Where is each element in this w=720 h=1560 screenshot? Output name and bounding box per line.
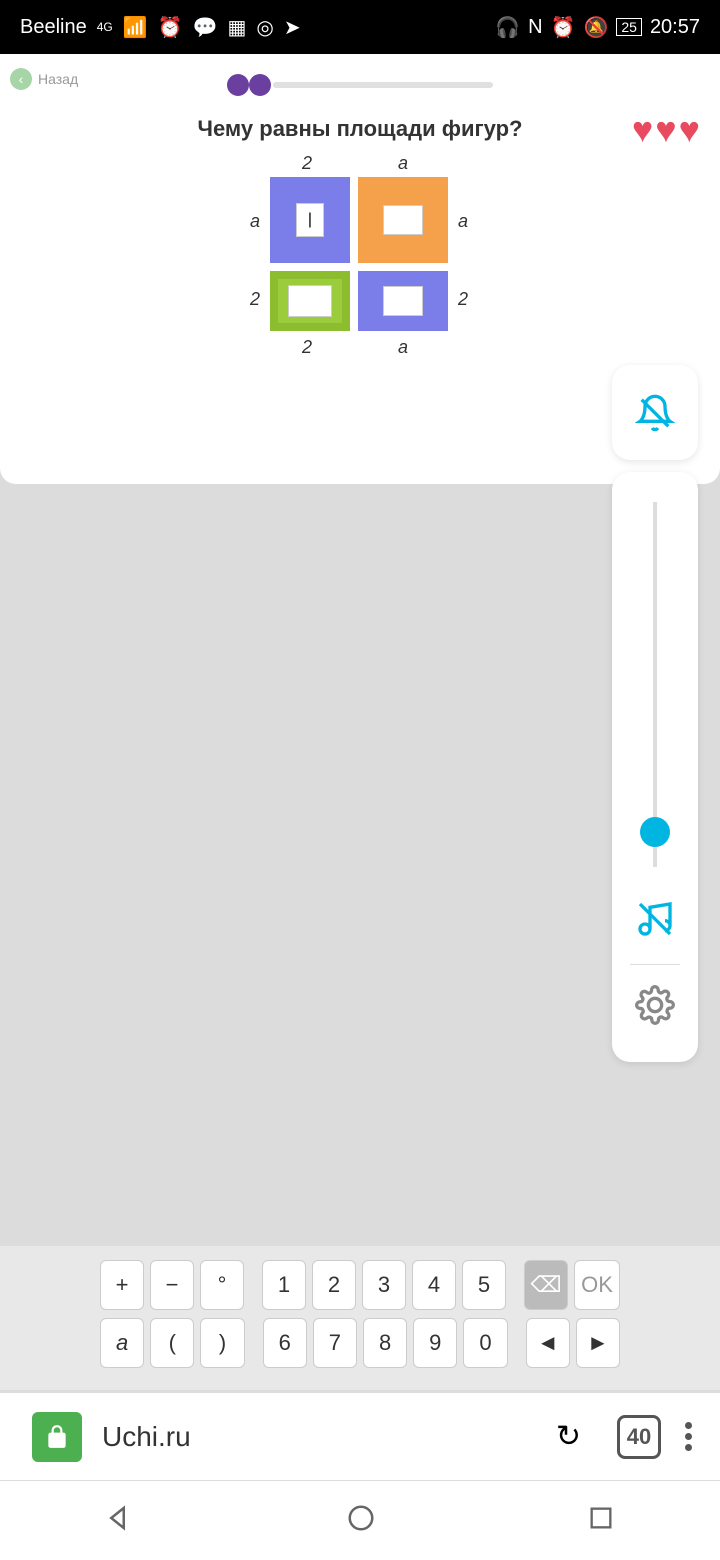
area-input[interactable] [383,286,423,316]
chat-icon: 💬 [193,15,218,40]
key-5[interactable]: 5 [462,1260,506,1310]
alarm-icon: ⏰ [158,15,183,40]
key-plus[interactable]: + [100,1260,144,1310]
status-bar: Beeline 4G 📶 ⏰ 💬 ▦ ◎ ➤ 🎧 N ⏰ 🔕 25 20:57 [0,0,720,54]
notifications-mute-button[interactable] [612,365,698,460]
time-label: 20:57 [650,16,700,39]
math-keyboard: + − ° 1 2 3 4 5 ⌫ OK a ( ) 6 7 8 9 0 ◄ ► [0,1246,720,1390]
heart-icon: ♥ [679,109,700,151]
progress-indicator [0,74,720,96]
key-a[interactable]: a [100,1318,144,1368]
gear-icon [635,985,675,1025]
nav-home-button[interactable] [346,1503,376,1538]
figure-area: 2 a a a 2 2 2 a | [230,157,490,377]
key-left[interactable]: ◄ [526,1318,570,1368]
carrier-label: Beeline [20,16,87,39]
system-nav-bar [0,1480,720,1560]
key-backspace[interactable]: ⌫ [524,1260,568,1310]
browser-bar: Uchi.ru ↻ 40 [0,1392,720,1480]
settings-button[interactable] [635,985,675,1030]
key-6[interactable]: 6 [263,1318,307,1368]
key-0[interactable]: 0 [463,1318,507,1368]
dim-label: 2 [302,153,312,174]
url-text: Uchi.ru [102,1421,191,1453]
address-bar[interactable]: Uchi.ru ↻ [20,1407,601,1467]
chevron-left-icon: ‹ [10,68,32,90]
key-2[interactable]: 2 [312,1260,356,1310]
reload-button[interactable]: ↻ [556,1419,581,1454]
key-minus[interactable]: − [150,1260,194,1310]
dim-label: a [398,153,408,174]
nav-back-button[interactable] [105,1503,135,1538]
dim-label: 2 [250,289,260,310]
shape-green-square [270,271,350,331]
battery-icon: 25 [616,18,642,36]
network-label: 4G [97,20,113,34]
dim-label: 2 [458,289,468,310]
headphones-icon: 🎧 [495,15,520,40]
nav-recent-button[interactable] [587,1504,615,1537]
lock-icon [32,1412,82,1462]
volume-slider[interactable] [653,502,657,867]
dim-label: a [398,337,408,358]
mute-icon: 🔕 [583,15,608,40]
bell-off-icon [635,393,675,433]
area-input[interactable] [288,285,332,317]
dim-label: a [458,211,468,232]
shape-blue-wide [358,271,448,331]
telegram-icon: ➤ [284,15,301,40]
key-degree[interactable]: ° [200,1260,244,1310]
back-label: Назад [38,71,78,87]
media-mute-button[interactable] [635,899,675,944]
area-input[interactable]: | [296,203,324,237]
shape-orange-square [358,177,448,263]
heart-icon: ♥ [655,109,676,151]
nfc-icon: N [528,16,542,39]
heart-icon: ♥ [632,109,653,151]
volume-panel [612,472,698,1062]
lives-display: ♥ ♥ ♥ [632,109,700,151]
signal-icon: 📶 [123,15,148,40]
tabs-button[interactable]: 40 [617,1415,661,1459]
area-input[interactable] [383,205,423,235]
dim-label: a [250,211,260,232]
key-ok[interactable]: OK [574,1260,620,1310]
dim-label: 2 [302,337,312,358]
key-1[interactable]: 1 [262,1260,306,1310]
key-8[interactable]: 8 [363,1318,407,1368]
key-lparen[interactable]: ( [150,1318,194,1368]
key-right[interactable]: ► [576,1318,620,1368]
app-icon: ▦ [227,15,246,40]
instagram-icon: ◎ [256,15,273,40]
key-7[interactable]: 7 [313,1318,357,1368]
music-off-icon [635,899,675,939]
key-3[interactable]: 3 [362,1260,406,1310]
question-text: Чему равны площади фигур? [0,116,720,142]
clock-icon: ⏰ [551,15,576,40]
shape-purple-tall: | [270,177,350,263]
key-9[interactable]: 9 [413,1318,457,1368]
menu-button[interactable] [677,1422,700,1451]
slider-thumb[interactable] [640,817,670,847]
key-rparen[interactable]: ) [200,1318,244,1368]
key-4[interactable]: 4 [412,1260,456,1310]
